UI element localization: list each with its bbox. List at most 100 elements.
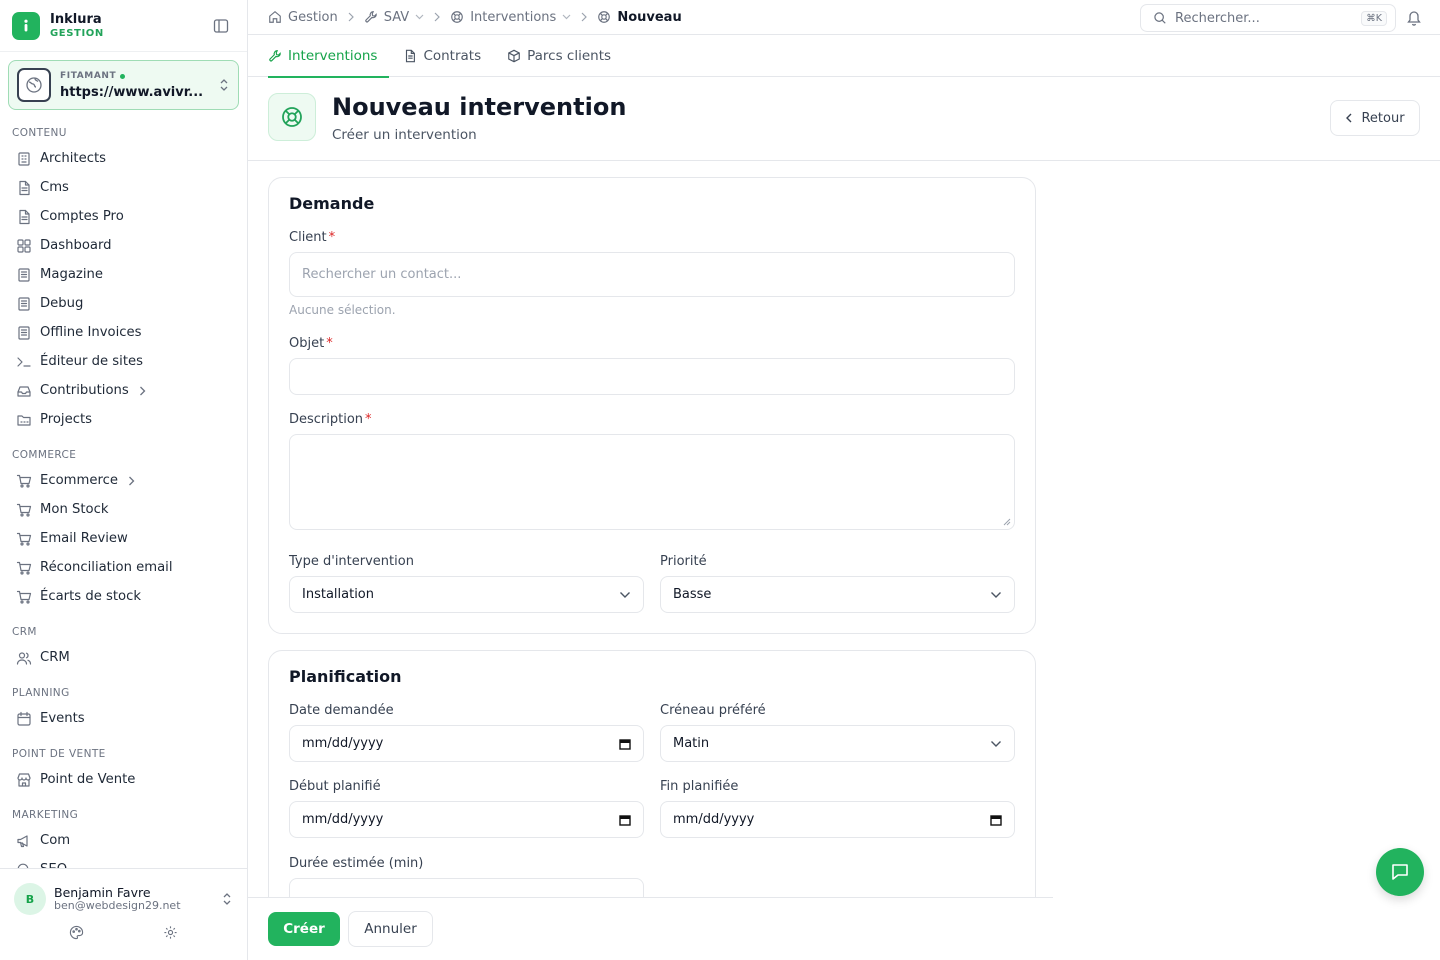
debut-input[interactable]: mm/dd/yyyy (289, 801, 644, 838)
date-input[interactable]: mm/dd/yyyy (289, 725, 644, 762)
nav-section-title: POINT DE VENTE (12, 748, 106, 760)
sidebar-item--diteur-de-sites[interactable]: Éditeur de sites (0, 347, 247, 376)
tab-contrats[interactable]: Contrats (403, 35, 481, 77)
sidebar-item-label: Éditeur de sites (40, 354, 143, 369)
chevron-down-icon (415, 13, 424, 21)
client-search-input[interactable]: Rechercher un contact... (289, 252, 1015, 297)
chevron-right-icon (139, 386, 146, 396)
creneau-select[interactable]: Matin (660, 725, 1015, 762)
breadcrumb-label: Interventions (470, 9, 557, 25)
sidebar-item-ecommerce[interactable]: Ecommerce (0, 466, 247, 495)
duree-label: Durée estimée (min) (289, 856, 424, 871)
sidebar-item-events[interactable]: Events (0, 704, 247, 733)
client-placeholder: Rechercher un contact... (302, 267, 462, 282)
breadcrumb-gestion[interactable]: Gestion (268, 10, 338, 25)
chat-icon (1389, 861, 1411, 883)
tab-parcs-clients[interactable]: Parcs clients (507, 35, 611, 77)
chat-button[interactable] (1376, 848, 1424, 896)
priorite-select[interactable]: Basse (660, 576, 1015, 613)
sidebar-item-r-conciliation-email[interactable]: Réconciliation email (0, 553, 247, 582)
sidebar: Inklura GESTION FITAMANT https://www.avi… (0, 0, 248, 960)
planification-card: Planification Date demandée mm/dd/yyyy C… (268, 650, 1036, 897)
fin-input[interactable]: mm/dd/yyyy (660, 801, 1015, 838)
sidebar-item-crm[interactable]: CRM (0, 643, 247, 672)
fin-label: Fin planifiée (660, 779, 739, 794)
card-title: Planification (289, 667, 402, 686)
sidebar-item-email-review[interactable]: Email Review (0, 524, 247, 553)
chevron-down-icon (990, 591, 1002, 599)
sidebar-item-label: Écarts de stock (40, 589, 141, 604)
chevron-down-icon (990, 740, 1002, 748)
calendar-icon[interactable] (619, 814, 631, 826)
cart-icon (16, 502, 32, 518)
breadcrumb-interventions[interactable]: Interventions (450, 10, 571, 25)
create-button[interactable]: Créer (268, 912, 340, 946)
brand: Inklura GESTION (0, 0, 247, 52)
sidebar-item-label: Point de Vente (40, 772, 136, 787)
sidebar-item-projects[interactable]: Projects (0, 405, 247, 434)
lifebuoy-icon (450, 10, 464, 24)
sidebar-item-label: Events (40, 711, 85, 726)
sidebar-item-contributions[interactable]: Contributions (0, 376, 247, 405)
sidebar-item-com[interactable]: Com (0, 826, 247, 855)
search-placeholder: Rechercher... (1175, 10, 1260, 26)
sidebar-item-label: Dashboard (40, 238, 112, 253)
sidebar-item-comptes-pro[interactable]: Comptes Pro (0, 202, 247, 231)
globe-icon (17, 68, 51, 102)
tab-interventions[interactable]: Interventions (268, 35, 390, 78)
description-textarea[interactable] (289, 434, 1015, 530)
user-email: ben@webdesign29.net (54, 899, 181, 913)
avatar: B (14, 883, 46, 915)
breadcrumb-sav[interactable]: SAV (364, 10, 424, 25)
type-label: Type d'intervention (289, 554, 414, 569)
sidebar-item-seo[interactable]: SEO (0, 855, 247, 868)
resize-handle-icon[interactable] (1003, 518, 1011, 526)
sidebar-item-offline-invoices[interactable]: Offline Invoices (0, 318, 247, 347)
sidebar-item-cms[interactable]: Cms (0, 173, 247, 202)
user-menu[interactable]: B Benjamin Favre ben@webdesign29.net (0, 868, 247, 960)
sidebar-item-magazine[interactable]: Magazine (0, 260, 247, 289)
sidebar-item-label: Architects (40, 151, 107, 166)
type-select[interactable]: Installation (289, 576, 644, 613)
sidebar-toggle-icon[interactable] (213, 18, 229, 34)
creneau-label: Créneau préféré (660, 703, 766, 718)
objet-input[interactable] (289, 358, 1015, 395)
sidebar-item-point-de-vente[interactable]: Point de Vente (0, 765, 247, 794)
gear-icon[interactable] (163, 925, 178, 940)
demande-card: Demande Client * Rechercher un contact...… (268, 177, 1036, 634)
terminal-icon (16, 354, 32, 370)
cancel-button[interactable]: Annuler (348, 911, 433, 947)
palette-icon[interactable] (69, 925, 84, 940)
sidebar-item-label: CRM (40, 650, 70, 665)
site-name: FITAMANT (60, 70, 117, 81)
card-title: Demande (289, 194, 375, 213)
nav-section-title: COMMERCE (12, 449, 77, 461)
sidebar-item-mon-stock[interactable]: Mon Stock (0, 495, 247, 524)
bell-icon[interactable] (1406, 9, 1422, 26)
sidebar-item-debug[interactable]: Debug (0, 289, 247, 318)
tab-label: Parcs clients (527, 48, 612, 64)
sidebar-item-architects[interactable]: Architects (0, 144, 247, 173)
calendar-icon (16, 711, 32, 727)
search-shortcut: ⌘K (1361, 10, 1387, 26)
chevron-down-icon (562, 13, 571, 21)
tabs: Interventions Contrats Parcs clients (248, 35, 1440, 78)
sidebar-item-label: Comptes Pro (40, 209, 124, 224)
sidebar-item-dashboard[interactable]: Dashboard (0, 231, 247, 260)
brand-logo-icon (12, 11, 40, 40)
user-name: Benjamin Favre (54, 884, 151, 900)
sidebar-item--carts-de-stock[interactable]: Écarts de stock (0, 582, 247, 611)
site-switcher[interactable]: FITAMANT https://www.avivr... (8, 60, 239, 110)
nav-section-title: CONTENU (12, 127, 67, 139)
debut-label: Début planifié (289, 779, 381, 794)
breadcrumb-label: Gestion (288, 9, 338, 25)
calendar-icon[interactable] (619, 738, 631, 750)
back-button[interactable]: Retour (1330, 100, 1420, 136)
calendar-icon[interactable] (990, 814, 1002, 826)
sidebar-nav: CONTENU Architects Cms Comptes Pro Dashboard… (0, 118, 247, 868)
search-input[interactable]: Rechercher... ⌘K (1140, 4, 1396, 32)
newspaper-icon (16, 267, 32, 283)
grid-icon (16, 238, 32, 254)
objet-label: Objet * (289, 336, 333, 351)
duree-input[interactable] (289, 878, 644, 897)
